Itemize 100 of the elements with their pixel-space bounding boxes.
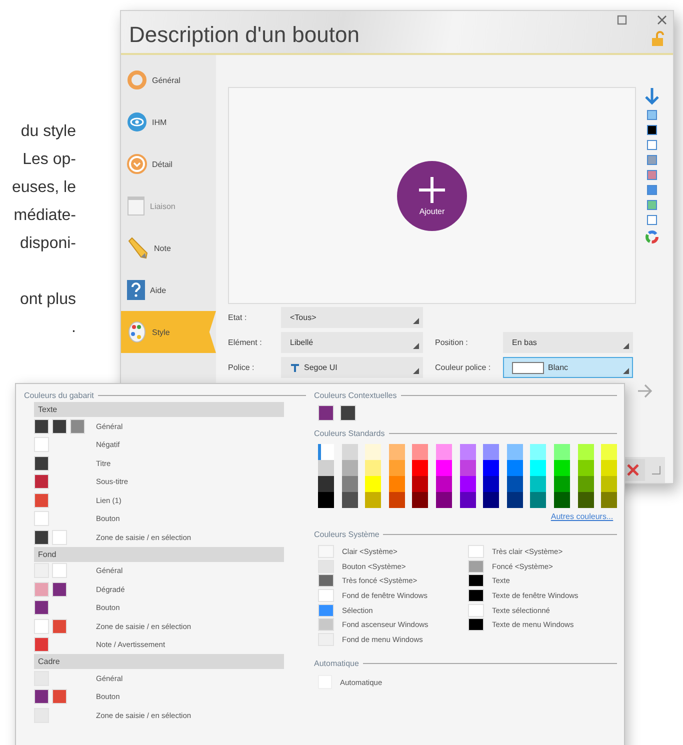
color-cell[interactable] [601, 444, 618, 460]
corner-icon [623, 368, 629, 374]
color-cell[interactable] [578, 492, 594, 508]
palette-icon [127, 321, 147, 343]
color-cell[interactable] [554, 460, 570, 476]
color-swatch[interactable] [647, 170, 657, 180]
select-field[interactable]: En bas [503, 332, 633, 353]
color-cell[interactable] [506, 444, 523, 460]
close-icon[interactable] [657, 15, 667, 25]
color-cell[interactable] [578, 444, 594, 460]
color-cell[interactable] [530, 476, 546, 492]
color-cell[interactable] [365, 444, 382, 460]
more-colors-link[interactable]: Autres couleurs... [550, 512, 614, 521]
color-cell[interactable] [436, 444, 452, 460]
color-cell[interactable] [578, 476, 594, 492]
color-swatch[interactable] [647, 215, 657, 225]
select-field[interactable]: Libellé [281, 332, 423, 353]
color-cell[interactable] [506, 492, 523, 508]
color-cell[interactable] [388, 460, 405, 476]
document-text-line: euses, le [12, 178, 76, 198]
section-legend: Couleurs Standards [314, 428, 385, 438]
color-cell[interactable] [388, 444, 405, 460]
color-cell[interactable] [530, 492, 546, 508]
color-cell[interactable] [460, 492, 476, 508]
color-cell[interactable] [412, 476, 428, 492]
resize-grip-icon[interactable] [651, 465, 661, 475]
select-field[interactable]: <Tous> [281, 307, 423, 328]
color-cell[interactable] [436, 492, 452, 508]
color-cell[interactable] [342, 476, 358, 492]
color-swatch[interactable] [647, 185, 657, 195]
color-cell[interactable] [483, 492, 500, 508]
color-cell[interactable] [506, 476, 523, 492]
window-icon [127, 196, 145, 216]
color-swatch[interactable] [647, 110, 657, 120]
color-cell[interactable] [578, 460, 594, 476]
color-cell[interactable] [342, 460, 358, 476]
color-cell[interactable] [530, 444, 546, 460]
color-cell[interactable] [412, 460, 428, 476]
color-swatch[interactable] [647, 140, 657, 150]
sidebar-item[interactable]: Style [121, 311, 216, 353]
sidebar-item[interactable]: Aide [121, 269, 216, 311]
color-cell[interactable] [342, 492, 358, 508]
color-swatch[interactable] [647, 125, 657, 135]
color-cell[interactable] [365, 460, 382, 476]
color-cell[interactable] [506, 460, 523, 476]
plus-icon [417, 175, 447, 205]
color-cell[interactable] [483, 460, 500, 476]
right-arrow-icon[interactable] [637, 384, 653, 398]
eye-icon [127, 112, 147, 132]
maximize-icon[interactable] [617, 15, 627, 25]
color-cell[interactable] [318, 492, 334, 508]
color-swatch[interactable] [647, 155, 657, 165]
down-arrow-icon[interactable] [645, 87, 659, 105]
color-cell[interactable] [388, 476, 405, 492]
section-legend: Automatique [314, 659, 359, 668]
color-cell[interactable] [460, 444, 476, 460]
color-cell[interactable] [436, 476, 452, 492]
color-cell[interactable] [318, 444, 334, 460]
color-cell[interactable] [318, 460, 334, 476]
field-label: Couleur police : [435, 363, 492, 372]
window-title: Description d'un bouton [129, 22, 360, 48]
color-cell[interactable] [318, 476, 334, 492]
lock-icon[interactable] [651, 31, 667, 47]
color-cell[interactable] [388, 492, 405, 508]
sidebar-item[interactable]: Note [121, 227, 216, 269]
color-cell[interactable] [601, 492, 618, 508]
color-cell[interactable] [436, 460, 452, 476]
color-cell[interactable] [530, 460, 546, 476]
color-cell[interactable] [483, 476, 500, 492]
color-cell[interactable] [483, 444, 500, 460]
document-text-line: disponi- [20, 234, 76, 254]
color-cell[interactable] [365, 492, 382, 508]
chevron-circle-icon [127, 154, 147, 174]
color-cell[interactable] [365, 476, 382, 492]
document-text-line: médiate- [14, 206, 76, 226]
color-cell[interactable] [601, 476, 618, 492]
document-text-line: ont plus [20, 290, 76, 310]
color-wheel-icon[interactable] [645, 230, 659, 244]
pencil-icon [127, 237, 149, 259]
color-cell[interactable] [342, 444, 358, 460]
color-cell[interactable] [554, 492, 570, 508]
color-cell[interactable] [460, 476, 476, 492]
color-cell[interactable] [460, 460, 476, 476]
close-icon [627, 464, 639, 476]
color-cell[interactable] [554, 444, 570, 460]
select-field[interactable]: Blanc [503, 357, 633, 378]
sidebar-item[interactable]: Général [121, 59, 216, 101]
document-text-line: . [72, 318, 76, 338]
color-swatch[interactable] [647, 200, 657, 210]
ring-icon [127, 70, 147, 90]
color-cell[interactable] [412, 444, 428, 460]
sidebar-item[interactable]: Détail [121, 143, 216, 185]
section-legend: Couleurs du gabarit [24, 390, 94, 400]
select-field[interactable]: Segoe UI [281, 357, 423, 378]
sidebar-item[interactable]: IHM [121, 101, 216, 143]
add-button[interactable]: Ajouter [397, 160, 467, 230]
color-cell[interactable] [601, 460, 618, 476]
color-cell[interactable] [412, 492, 428, 508]
color-cell[interactable] [554, 476, 570, 492]
document-text-line: Les op- [22, 150, 76, 170]
